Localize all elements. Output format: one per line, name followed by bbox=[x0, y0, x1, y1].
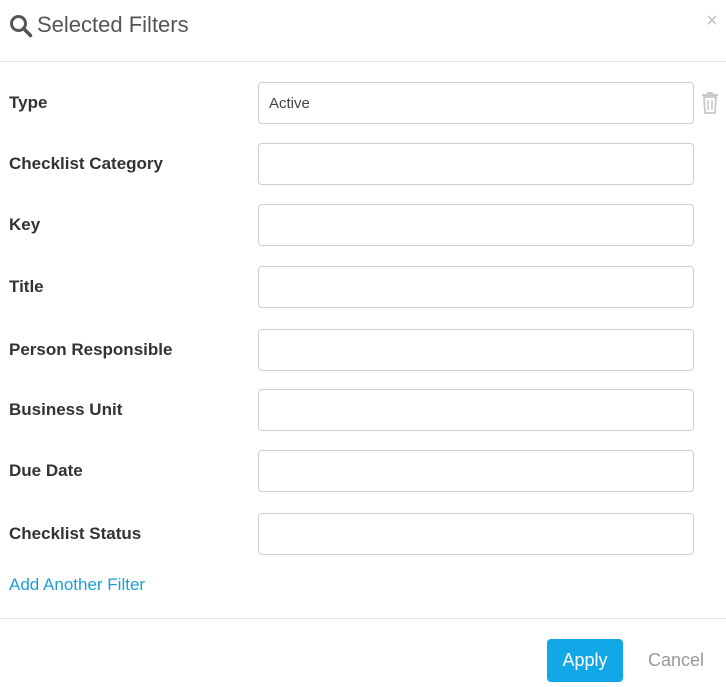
filter-label: Title bbox=[9, 277, 44, 296]
type-filter-input[interactable] bbox=[258, 82, 694, 124]
checklist-category-input[interactable] bbox=[258, 143, 694, 185]
filter-row-person-responsible: Person Responsible bbox=[0, 329, 726, 371]
filter-label: Business Unit bbox=[9, 400, 123, 419]
filter-row-business-unit: Business Unit bbox=[0, 389, 726, 431]
filter-row-checklist-category: Checklist Category bbox=[0, 143, 726, 185]
filter-row-type: Type bbox=[0, 82, 726, 124]
filter-row-key: Key bbox=[0, 204, 726, 246]
key-input[interactable] bbox=[258, 204, 694, 246]
filter-label: Checklist Category bbox=[9, 154, 163, 173]
apply-button[interactable]: Apply bbox=[547, 639, 623, 682]
business-unit-input[interactable] bbox=[258, 389, 694, 431]
dialog-footer: Apply Cancel bbox=[0, 618, 726, 687]
filter-label: Type bbox=[9, 93, 48, 112]
dialog-header: Selected Filters × bbox=[0, 0, 726, 62]
filter-row-due-date: Due Date bbox=[0, 450, 726, 492]
trash-icon[interactable] bbox=[700, 91, 720, 115]
dialog-title: Selected Filters bbox=[37, 12, 189, 37]
filter-label: Checklist Status bbox=[9, 524, 142, 543]
cancel-button[interactable]: Cancel bbox=[640, 639, 712, 682]
person-responsible-input[interactable] bbox=[258, 329, 694, 371]
close-icon[interactable]: × bbox=[701, 10, 723, 32]
filter-row-title: Title bbox=[0, 266, 726, 308]
add-another-filter-link[interactable]: Add Another Filter bbox=[9, 575, 145, 595]
title-input[interactable] bbox=[258, 266, 694, 308]
filter-row-checklist-status: Checklist Status bbox=[0, 513, 726, 555]
checklist-status-input[interactable] bbox=[258, 513, 694, 555]
due-date-input[interactable] bbox=[258, 450, 694, 492]
filter-label: Key bbox=[9, 215, 41, 234]
filter-label: Due Date bbox=[9, 461, 83, 480]
search-icon bbox=[10, 15, 33, 38]
filter-label: Person Responsible bbox=[9, 340, 173, 359]
